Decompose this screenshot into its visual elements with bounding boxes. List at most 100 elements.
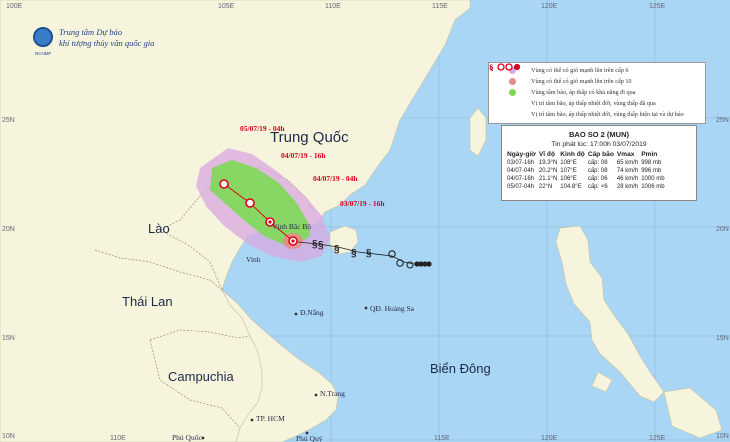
table-cell: 20.2°N xyxy=(538,168,558,174)
table-row: 05/07-04h 22°N 104.8°E cấp: <6 28 km/h 1… xyxy=(507,183,668,191)
label-laos: Lào xyxy=(148,221,170,236)
table-cell: 22°N xyxy=(538,184,553,190)
table-header: Ngày-giờ xyxy=(507,151,536,158)
table-cell: 1006 mb xyxy=(641,184,665,190)
agency-line1: Trung tâm Dự báo xyxy=(59,27,122,37)
lat-label: 20N xyxy=(716,226,729,233)
table-header: Vmax xyxy=(616,151,635,158)
lat-label: 15N xyxy=(2,335,15,342)
table-cell: 19.3°N xyxy=(538,160,558,166)
label-east-sea: Biển Đông xyxy=(430,361,491,376)
lat-label: 10N xyxy=(2,433,15,440)
storm-bulletin-panel: BAO SO 2 (MUN) Tin phát lúc: 17:00h 03/0… xyxy=(501,125,697,201)
table-cell: 65 km/h xyxy=(616,160,639,166)
visayas-island xyxy=(663,387,723,439)
table-cell: 28 km/h xyxy=(616,184,639,190)
table-cell: 04/07-16h xyxy=(507,176,535,182)
table-cell: 998 mb xyxy=(641,160,662,166)
mindoro-island xyxy=(591,371,613,393)
lon-label: 115E xyxy=(432,3,448,10)
table-cell: 106°E xyxy=(560,176,577,182)
agency-emblem-icon xyxy=(33,27,53,47)
place-hoangsa: QĐ. Hoàng Sa xyxy=(370,304,415,313)
bulletin-title: BAO SO 2 (MUN) xyxy=(569,130,629,139)
place-phuquy: Phú Quý xyxy=(296,434,323,442)
timestamp-label: 03/07/19 - 16h xyxy=(340,199,385,208)
place-vinh: Vinh xyxy=(246,255,261,264)
lon-label: 105E xyxy=(218,3,235,10)
storm-map: § § § § § 100E 105E 110E 115E 120E 125E … xyxy=(0,0,730,442)
agency-logo: Trung tâm Dự báo khí tượng thủy văn quốc… xyxy=(33,27,154,49)
timestamp-label: 05/07/19 - 04h xyxy=(240,124,285,133)
table-cell: 74 km/h xyxy=(616,168,639,174)
table-cell: 1000 mb xyxy=(641,176,665,182)
label-cambodia: Campuchia xyxy=(168,369,235,384)
table-cell: 05/07-04h xyxy=(507,184,535,190)
lat-label: 20N xyxy=(2,226,15,233)
agency-name: Trung tâm Dự báo khí tượng thủy văn quốc… xyxy=(59,27,154,49)
lat-label: 25N xyxy=(2,117,15,124)
table-cell: 996 mb xyxy=(641,168,662,174)
legend-label: Vị trí tâm bão, áp thấp nhiệt đới, vùng … xyxy=(531,100,656,107)
legend-label: Vùng tâm bão, áp thấp có khả năng đi qua xyxy=(531,89,636,96)
place-gulf: Vịnh Bắc Bộ xyxy=(272,222,311,231)
table-header-row: Ngày-giờ Vĩ độ Kinh độ Cấp bão Vmax Pmin xyxy=(507,151,668,159)
lon-label: 120E xyxy=(541,3,558,10)
legend-item: Vùng tâm bão, áp thấp có khả năng đi qua xyxy=(493,87,701,98)
legend-label: Vị trí tâm bão, áp thấp nhiệt đới, vùng … xyxy=(531,111,684,118)
svg-text:§: § xyxy=(489,63,494,71)
table-cell: cấp: <6 xyxy=(587,184,608,190)
table-cell: cấp: 08 xyxy=(587,168,608,174)
svg-text:§: § xyxy=(366,248,372,259)
table-cell: cấp: 08 xyxy=(587,160,608,166)
lon-label: 125E xyxy=(649,435,666,442)
legend-label: Vùng có thể có gió mạnh lên trên cấp 6 xyxy=(531,67,629,74)
place-danang: Đ.Nẵng xyxy=(300,308,324,317)
legend-item: § Vị trí tâm bão, áp thấp nhiệt đới, vùn… xyxy=(489,63,701,120)
agency-emblem-caption: NCHMF xyxy=(35,51,52,56)
legend-swatch-wind10 xyxy=(508,78,516,85)
lat-label: 15N xyxy=(716,335,729,342)
table-header: Cấp bão xyxy=(587,151,614,158)
place-hcm: TP. HCM xyxy=(256,414,285,423)
svg-text:§: § xyxy=(334,244,340,255)
lon-label: 100E xyxy=(6,3,23,10)
bulletin-issued: Tin phát lúc: 17:00h 03/07/2019 xyxy=(551,141,647,148)
lon-label: 115E xyxy=(434,435,450,442)
taiwan-island xyxy=(469,107,487,157)
table-cell: 108°E xyxy=(560,160,577,166)
place-nhatrang: N.Trang xyxy=(320,389,345,398)
table-cell: 46 km/h xyxy=(616,176,639,182)
table-cell: cấp: 06 xyxy=(587,176,608,182)
table-cell: 107°E xyxy=(560,168,577,174)
timestamp-label: 04/07/19 - 16h xyxy=(281,151,326,160)
legend-item: Vùng có thể có gió mạnh lên trên cấp 10 xyxy=(493,76,701,87)
lat-label: 10N xyxy=(716,433,729,440)
table-cell: 21.1°N xyxy=(538,176,558,182)
legend-swatch-cone xyxy=(508,89,516,96)
agency-line2: khí tượng thủy văn quốc gia xyxy=(59,38,155,48)
map-legend: Vùng có thể có gió mạnh lên trên cấp 6 V… xyxy=(488,62,706,124)
table-row: 03/07-16h 19.3°N 108°E cấp: 08 65 km/h 9… xyxy=(507,159,668,167)
lon-label: 120E xyxy=(541,435,558,442)
svg-text:§: § xyxy=(318,240,324,251)
svg-text:§: § xyxy=(351,248,357,259)
table-header: Pmin xyxy=(641,151,658,158)
timestamp-label: 04/07/19 - 04h xyxy=(313,174,358,183)
table-cell: 04/07-04h xyxy=(507,168,535,174)
lon-label: 125E xyxy=(649,3,666,10)
lon-label: 110E xyxy=(110,435,126,442)
place-phuquoc: Phú Quốc xyxy=(172,433,202,442)
legend-item: § Vị trí tâm bão, áp thấp nhiệt đới, vùn… xyxy=(489,63,701,109)
label-thailand: Thái Lan xyxy=(122,294,173,309)
lon-label: 110E xyxy=(325,3,341,10)
table-cell: 03/07-16h xyxy=(507,160,535,166)
legend-label: Vùng có thể có gió mạnh lên trên cấp 10 xyxy=(531,78,632,85)
legend-item: Vùng có thể có gió mạnh lên trên cấp 6 xyxy=(493,65,701,76)
table-row: 04/07-16h 21.1°N 106°E cấp: 06 46 km/h 1… xyxy=(507,175,668,183)
table-header: Kinh độ xyxy=(560,151,585,158)
table-header: Vĩ độ xyxy=(538,151,555,158)
table-cell: 104.8°E xyxy=(560,184,582,190)
bulletin-table: Ngày-giờ Vĩ độ Kinh độ Cấp bão Vmax Pmin… xyxy=(507,151,668,191)
lat-label: 25N xyxy=(716,117,729,124)
